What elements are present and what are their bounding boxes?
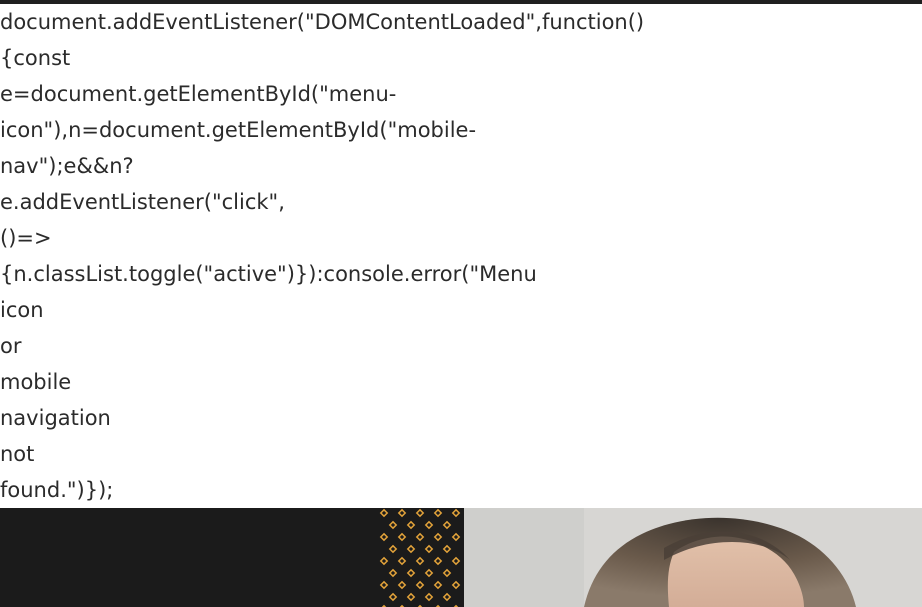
diamond-icon	[388, 592, 398, 602]
code-line: nav");e&&n?	[0, 154, 134, 178]
code-line: e.addEventListener("click",	[0, 190, 285, 214]
code-line: ()=>	[0, 226, 52, 250]
diamond-icon	[442, 544, 452, 554]
diamond-icon	[406, 592, 416, 602]
diamond-icon	[415, 508, 425, 518]
diamond-icon	[442, 520, 452, 530]
code-line: {const	[0, 46, 71, 70]
diamond-icon	[424, 568, 434, 578]
raw-script-text: document.addEventListener("DOMContentLoa…	[0, 4, 922, 508]
code-line: mobile	[0, 370, 72, 394]
code-line: document.addEventListener("DOMContentLoa…	[0, 10, 645, 34]
diamond-icon	[379, 556, 389, 566]
diamond-icon	[424, 592, 434, 602]
hero-section	[0, 508, 922, 607]
diamond-icon	[388, 520, 398, 530]
diamond-icon	[415, 580, 425, 590]
diamond-icon	[397, 580, 407, 590]
diamond-icon	[397, 556, 407, 566]
diamond-pattern-icon	[379, 508, 461, 607]
diamond-icon	[379, 580, 389, 590]
code-line: icon"),n=document.getElementById("mobile…	[0, 118, 477, 142]
diamond-icon	[388, 544, 398, 554]
diamond-icon	[424, 544, 434, 554]
code-line: found.")});	[0, 478, 114, 502]
diamond-icon	[397, 532, 407, 542]
diamond-icon	[415, 532, 425, 542]
diamond-icon	[442, 568, 452, 578]
diamond-icon	[379, 508, 389, 518]
code-line: e=document.getElementById("menu-	[0, 82, 397, 106]
portrait-photo	[464, 508, 922, 607]
code-line: icon	[0, 298, 44, 322]
diamond-icon	[415, 556, 425, 566]
diamond-icon	[406, 520, 416, 530]
code-line: not	[0, 442, 35, 466]
diamond-icon	[379, 532, 389, 542]
diamond-icon	[406, 568, 416, 578]
diamond-icon	[388, 568, 398, 578]
portrait-illustration	[464, 508, 922, 607]
diamond-icon	[406, 544, 416, 554]
diamond-icon	[433, 580, 443, 590]
code-line: or	[0, 334, 22, 358]
diamond-icon	[451, 556, 461, 566]
diamond-icon	[433, 508, 443, 518]
diamond-icon	[424, 520, 434, 530]
code-line: navigation	[0, 406, 111, 430]
diamond-icon	[451, 532, 461, 542]
diamond-icon	[451, 580, 461, 590]
diamond-icon	[433, 532, 443, 542]
diamond-icon	[442, 592, 452, 602]
code-line: {n.classList.toggle("active")}):console.…	[0, 262, 537, 286]
diamond-icon	[451, 508, 461, 518]
diamond-icon	[397, 508, 407, 518]
diamond-icon	[433, 556, 443, 566]
